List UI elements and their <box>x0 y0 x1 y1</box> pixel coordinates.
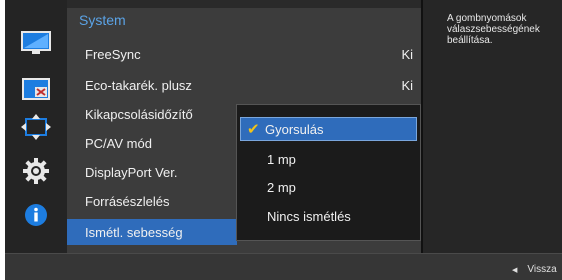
left-arrow-icon: ◀ <box>512 266 518 274</box>
checkmark-icon: ✔ <box>247 121 260 138</box>
menu-item-label: DisplayPort Ver. <box>85 164 178 180</box>
dropdown-option-label: 1 mp <box>267 151 296 167</box>
category-screen[interactable] <box>5 71 67 107</box>
screen: System FreeSync Ki Eco-takarék. plusz Ki… <box>0 0 562 280</box>
category-system[interactable] <box>5 153 67 189</box>
back-label: Vissza <box>527 264 557 275</box>
menu-item-label: Ismétl. sebesség <box>85 224 183 240</box>
dropdown-option[interactable]: 1 mp <box>237 147 420 171</box>
dropdown-option[interactable]: 2 mp <box>237 175 420 199</box>
menu-item-label: Forrásészlelés <box>85 193 170 209</box>
monitor-icon <box>21 31 51 54</box>
menu-item-value: Ki <box>401 46 413 62</box>
menu-item-key-repeat-time[interactable]: Ismétl. sebesség <box>67 219 237 245</box>
category-sidebar <box>5 0 67 253</box>
repeat-speed-dropdown: ✔ Gyorsulás 1 mp 2 mp Nincs ismétlés <box>236 104 421 241</box>
help-text: A gombnyomások válaszsebességének beállí… <box>447 13 540 46</box>
menu-item-label: Kikapcsolásidőzítő <box>85 106 193 122</box>
dropdown-option-label: 2 mp <box>267 179 296 195</box>
dropdown-option-label: Gyorsulás <box>265 121 324 137</box>
category-information[interactable] <box>5 197 67 233</box>
menu-item-value: Ki <box>401 77 413 93</box>
back-button[interactable]: ◀ Vissza <box>512 264 557 275</box>
position-arrows-icon <box>21 114 51 140</box>
menu-item-eco-saving[interactable]: Eco-takarék. plusz Ki <box>67 72 421 98</box>
dropdown-option-selected[interactable]: ✔ Gyorsulás <box>240 117 417 141</box>
dropdown-option-label: Nincs ismétlés <box>267 208 351 224</box>
picture-size-icon <box>22 78 50 100</box>
category-position[interactable] <box>5 109 67 145</box>
settings-gear-icon <box>23 158 49 184</box>
menu-item-freesync[interactable]: FreeSync Ki <box>67 41 421 67</box>
menu-item-label: Eco-takarék. plusz <box>85 77 192 93</box>
dropdown-option[interactable]: Nincs ismétlés <box>237 204 420 228</box>
info-icon <box>25 204 47 226</box>
menu-item-label: PC/AV mód <box>85 135 152 151</box>
menu-title: System <box>79 12 126 28</box>
category-picture[interactable] <box>5 25 67 61</box>
bottom-bar <box>5 253 562 280</box>
menu-item-label: FreeSync <box>85 46 141 62</box>
